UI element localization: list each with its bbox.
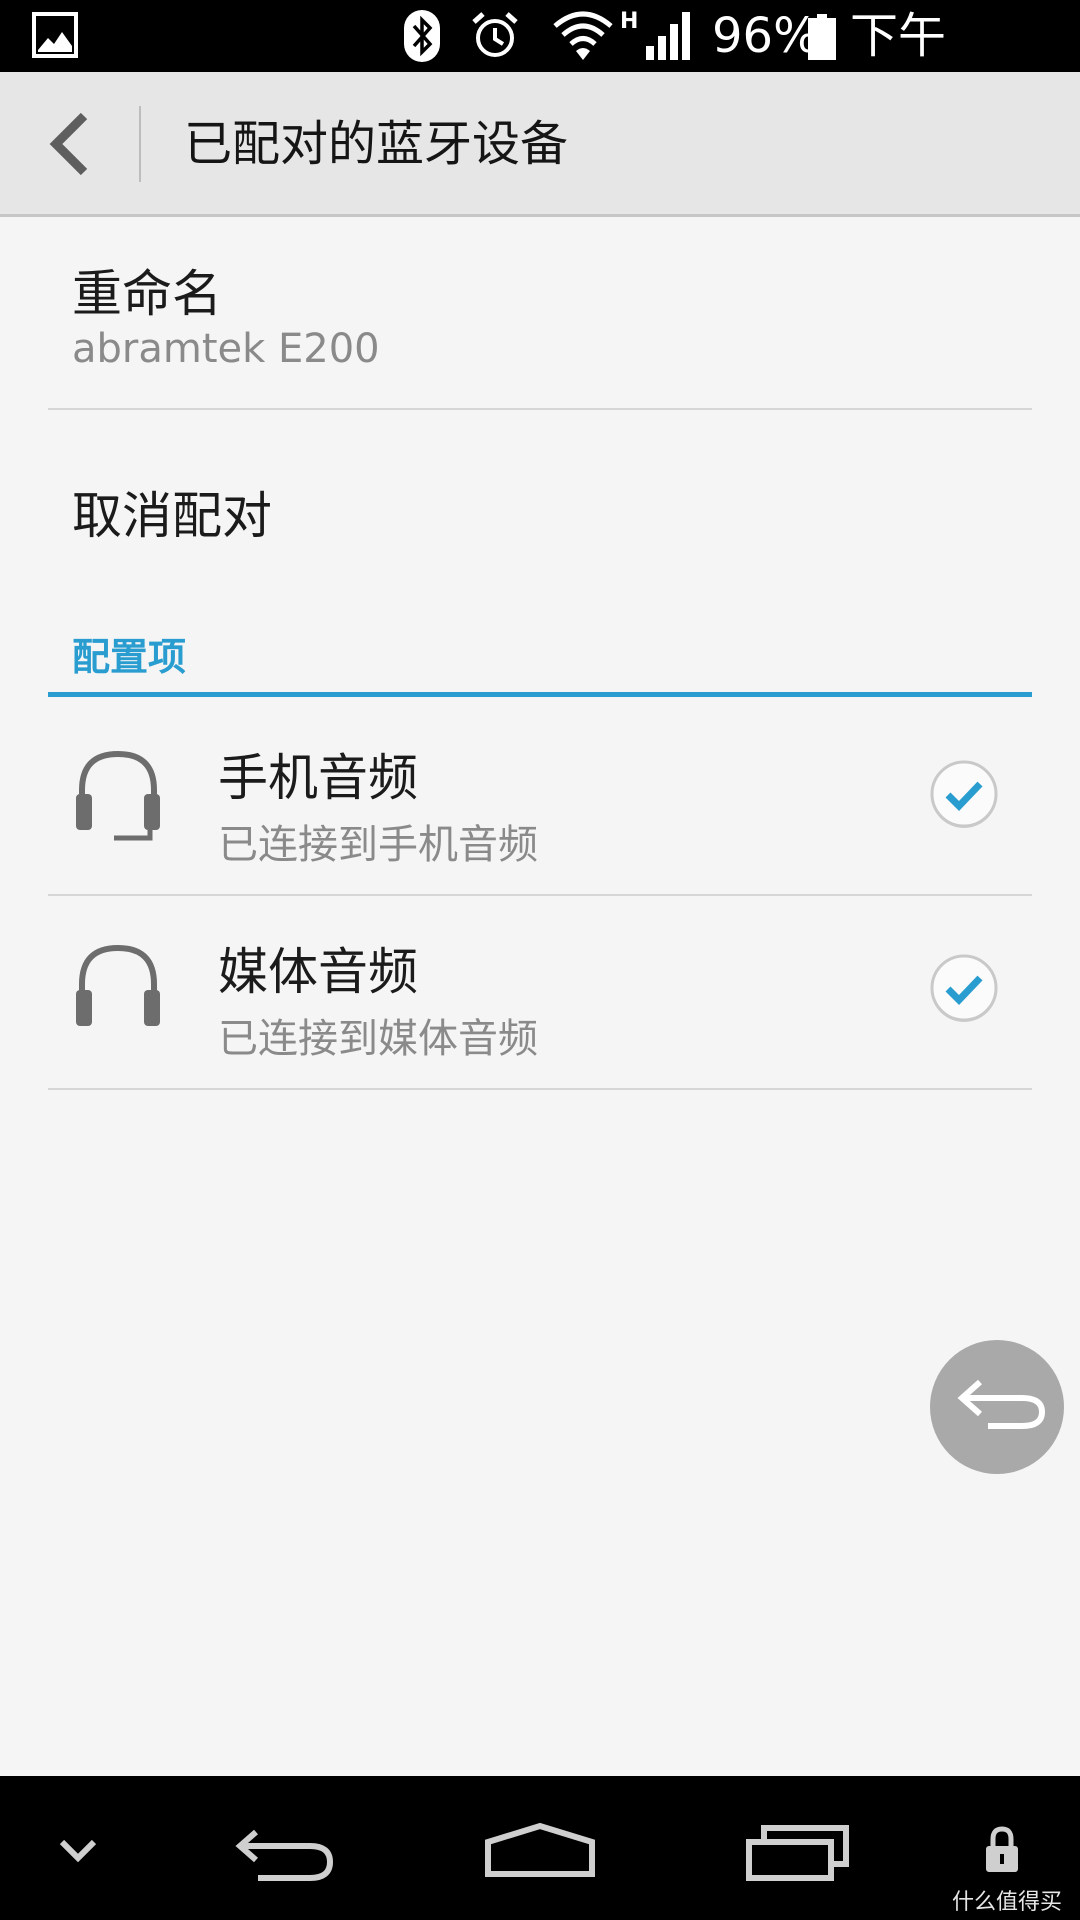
watermark: 什么值得买 — [952, 1890, 1063, 1915]
chevron-down-icon[interactable] — [58, 1836, 98, 1864]
chevron-left-icon — [49, 112, 88, 176]
section-divider — [48, 692, 1032, 697]
bluetooth-icon — [404, 10, 440, 62]
navigation-bar — [0, 1776, 1080, 1920]
checkbox-checked-icon[interactable] — [928, 758, 1000, 830]
profile-title: 手机音频 — [218, 749, 418, 807]
battery-icon — [808, 14, 836, 60]
alarm-icon — [472, 12, 518, 57]
profile-status: 已连接到媒体音频 — [218, 1016, 538, 1062]
recents-icon[interactable] — [746, 1824, 850, 1882]
image-icon — [32, 12, 78, 58]
profiles-section-title: 配置项 — [72, 635, 187, 679]
headphones-icon — [76, 944, 160, 1026]
return-arrow-icon — [957, 1379, 1046, 1429]
profile-title: 媒体音频 — [218, 943, 418, 1001]
home-icon[interactable] — [484, 1822, 596, 1878]
status-bar: H 96% 下午 10:49 — [0, 0, 1080, 124]
battery-percent: 96% — [712, 8, 819, 64]
unpair-label: 取消配对 — [72, 487, 272, 545]
lock-icon[interactable] — [984, 1826, 1020, 1874]
action-bar: 已配对的蓝牙设备 — [0, 72, 1080, 217]
network-type: H — [620, 9, 639, 34]
back-icon[interactable] — [232, 1828, 336, 1884]
divider — [48, 894, 1032, 896]
headset-mic-icon — [76, 750, 160, 841]
floating-back-button[interactable] — [930, 1340, 1064, 1474]
checkbox-checked-icon[interactable] — [928, 952, 1000, 1024]
page-title: 已配对的蓝牙设备 — [184, 116, 569, 172]
device-name: abramtek E200 — [72, 326, 380, 372]
title-divider — [139, 106, 141, 182]
wifi-icon — [553, 11, 613, 60]
divider — [48, 408, 1032, 410]
divider — [48, 1088, 1032, 1090]
profile-status: 已连接到手机音频 — [218, 822, 538, 868]
rename-label: 重命名 — [72, 265, 222, 323]
back-button[interactable] — [36, 108, 108, 180]
signal-icon — [646, 12, 690, 60]
